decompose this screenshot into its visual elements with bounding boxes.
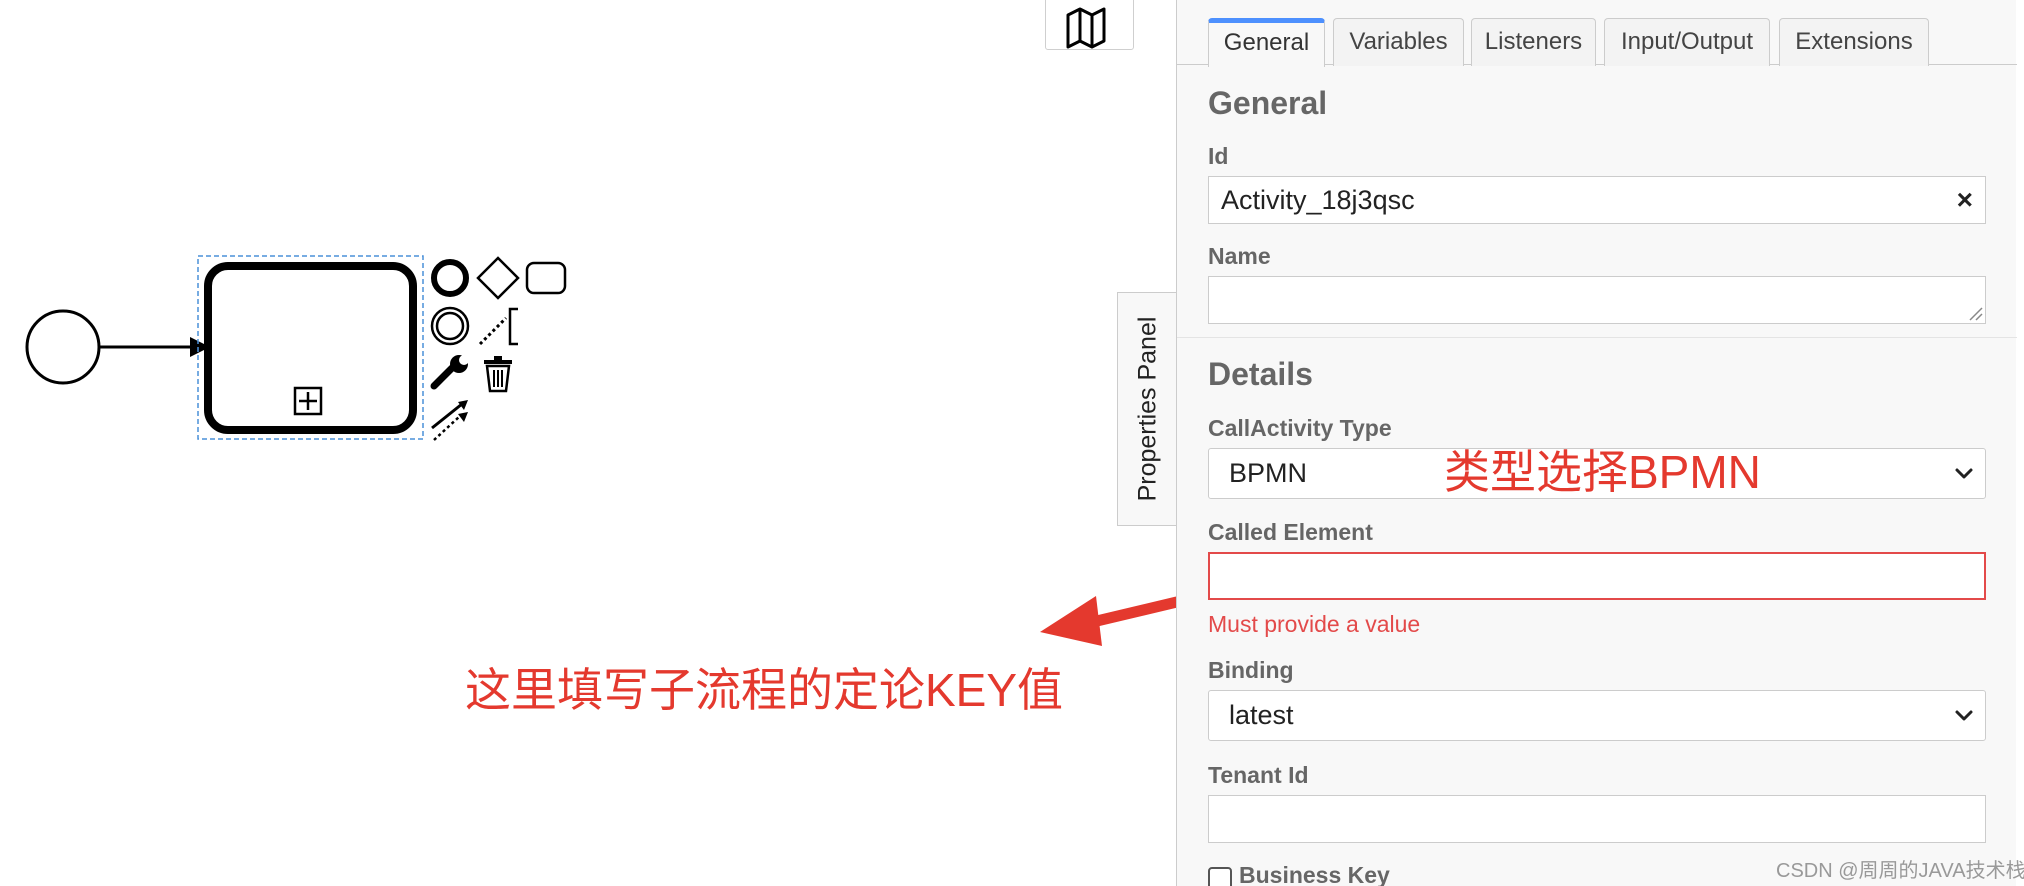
called-element-annotation: 这里填写子流程的定论KEY值 [465, 664, 1064, 716]
text-annotation-icon[interactable] [478, 307, 518, 346]
tab-input-output[interactable]: Input/Output [1604, 18, 1770, 66]
business-key-checkbox[interactable] [1208, 867, 1232, 886]
id-label: Id [1208, 143, 1229, 169]
details-group-title: Details [1208, 356, 1313, 392]
minimap-toggle-button[interactable] [1045, 0, 1134, 50]
name-label: Name [1208, 243, 1271, 269]
tenant-id-label: Tenant Id [1208, 762, 1309, 788]
binding-select[interactable]: latest [1208, 690, 1986, 741]
callactivity-type-label: CallActivity Type [1208, 415, 1392, 441]
start-event[interactable] [25, 309, 101, 385]
type-annotation: 类型选择BPMN [1444, 446, 1761, 498]
tab-bar: General Variables Listeners Input/Output… [1177, 0, 2017, 67]
called-element-error: Must provide a value [1208, 611, 1421, 637]
callactivity-type-value: BPMN [1229, 458, 1308, 488]
clear-icon[interactable]: × [1957, 177, 1973, 223]
diagram-svg [25, 255, 1176, 646]
annotation-arrow [1040, 596, 1176, 646]
plus-square-icon[interactable] [293, 386, 323, 416]
name-textarea[interactable] [1208, 276, 1986, 324]
map-icon [1066, 7, 1106, 49]
id-value: Activity_18j3qsc [1221, 185, 1415, 215]
called-element-input[interactable] [1208, 552, 1986, 600]
connect-arrow-icon[interactable] [431, 400, 468, 441]
tab-variables[interactable]: Variables [1333, 18, 1464, 66]
gateway-icon[interactable] [476, 256, 520, 300]
properties-panel-toggle-label: Properties Panel [1133, 316, 1161, 502]
tab-extensions[interactable]: Extensions [1779, 18, 1929, 66]
tenant-id-input[interactable] [1208, 795, 1986, 843]
trash-icon[interactable] [484, 356, 512, 393]
intermediate-event-icon[interactable] [430, 306, 470, 346]
wrench-icon[interactable] [430, 349, 474, 390]
resize-handle-icon[interactable] [1967, 305, 1983, 321]
general-group-title: General [1208, 85, 1328, 121]
business-key-label: Business Key [1239, 862, 1390, 886]
bpmn-canvas[interactable]: 这里填写子流程的定论KEY值 Properties Panel General … [0, 0, 2024, 886]
chevron-down-icon [1955, 710, 1973, 721]
chevron-down-icon [1955, 468, 1973, 479]
group-divider [1177, 337, 2017, 338]
task-icon[interactable] [525, 261, 567, 295]
binding-value: latest [1229, 700, 1294, 730]
binding-label: Binding [1208, 657, 1294, 683]
tab-listeners[interactable]: Listeners [1471, 18, 1596, 66]
id-input[interactable]: Activity_18j3qsc × [1208, 176, 1986, 224]
end-event-icon[interactable] [431, 259, 469, 297]
properties-panel: General Variables Listeners Input/Output… [1176, 0, 2017, 886]
properties-panel-toggle[interactable]: Properties Panel [1117, 292, 1177, 526]
tab-general[interactable]: General [1208, 18, 1325, 67]
called-element-label: Called Element [1208, 519, 1373, 545]
watermark: CSDN @周周的JAVA技术栈 [1776, 860, 2024, 882]
